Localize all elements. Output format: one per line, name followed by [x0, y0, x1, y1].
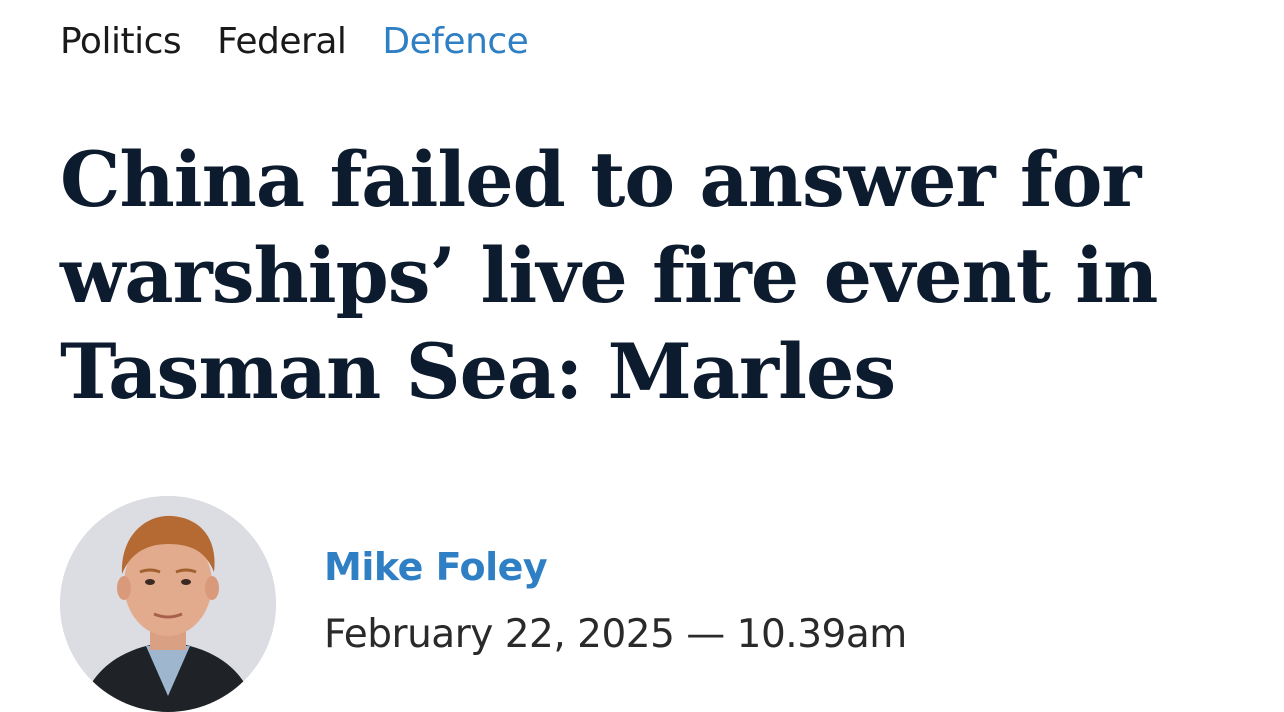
author-photo	[60, 496, 276, 712]
byline: Mike Foley February 22, 2025 — 10.39am	[324, 540, 907, 662]
breadcrumb: Politics Federal Defence	[60, 18, 529, 66]
publish-timestamp: February 22, 2025 — 10.39am	[324, 612, 907, 657]
breadcrumb-defence[interactable]: Defence	[382, 18, 528, 66]
author-avatar[interactable]	[60, 496, 276, 712]
breadcrumb-federal[interactable]: Federal	[217, 18, 347, 66]
author-name-link[interactable]: Mike Foley	[324, 540, 907, 594]
article-headline: China failed to answer for warships’ liv…	[60, 135, 1158, 416]
breadcrumb-politics[interactable]: Politics	[60, 18, 182, 66]
